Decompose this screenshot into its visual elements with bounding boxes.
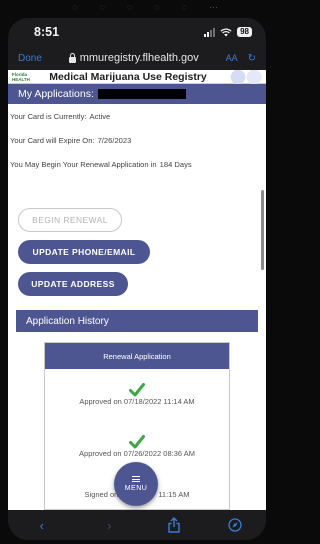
banner-decoration	[226, 70, 266, 84]
hamburger-icon	[132, 476, 140, 482]
card-status-label: Your Card is Currently:	[10, 111, 87, 121]
renewal-row: You May Begin Your Renewal Application i…	[10, 152, 266, 176]
url-text: mmuregistry.flhealth.gov	[79, 52, 199, 64]
status-time: 8:51	[34, 25, 60, 39]
phone-screen: 8:51 98 Done mmuregistry.flhealth.gov AA…	[8, 18, 266, 540]
redacted-name	[97, 89, 186, 99]
wifi-icon	[220, 27, 232, 36]
registry-banner: Florida HEALTH Medical Marijuana Use Reg…	[8, 70, 266, 84]
my-applications-label: My Applications:	[18, 88, 94, 100]
back-icon[interactable]: ‹	[32, 518, 52, 533]
card-info: Your Card is Currently: Active Your Card…	[8, 104, 266, 176]
menu-button[interactable]: MENU	[114, 462, 158, 506]
application-history-header: Application History	[16, 310, 258, 332]
card-status-value: Active	[89, 111, 111, 121]
card-status-row: Your Card is Currently: Active	[10, 104, 266, 128]
card-expire-value: 7/26/2023	[97, 135, 132, 145]
history-entry-text: Approved on 07/26/2022 08:36 AM	[79, 449, 195, 458]
renewal-value: 184 Days	[159, 159, 192, 169]
my-applications-header: My Applications:	[8, 84, 266, 104]
history-entry-text: Approved on 07/18/2022 11:14 AM	[79, 397, 195, 406]
battery-icon: 98	[237, 27, 252, 37]
forward-icon[interactable]: ›	[99, 518, 119, 533]
browser-url-bar: Done mmuregistry.flhealth.gov AA ↻	[8, 46, 266, 70]
signed-prefix: Signed on	[84, 490, 119, 499]
renewal-label: You May Begin Your Renewal Application i…	[10, 159, 157, 169]
history-entry: Approved on 07/18/2022 11:14 AM	[45, 383, 229, 406]
compass-icon[interactable]	[228, 518, 242, 532]
update-phone-email-button[interactable]: UPDATE PHONE/EMAIL	[18, 240, 150, 264]
browser-toolbar: ‹ ›	[8, 510, 266, 540]
address-field[interactable]: mmuregistry.flhealth.gov	[68, 52, 199, 64]
check-icon	[129, 383, 145, 397]
renewal-card-title: Renewal Application	[45, 343, 229, 369]
share-icon[interactable]	[167, 517, 181, 533]
check-icon	[129, 435, 145, 449]
reload-icon[interactable]: ↻	[248, 53, 256, 64]
registry-title: Medical Marijuana Use Registry	[49, 70, 207, 83]
screen-reflection: ◌ ◌ ◌ ◌ ◌ ···	[72, 2, 218, 12]
url-actions: AA ↻	[226, 53, 256, 64]
web-page: Florida HEALTH Medical Marijuana Use Reg…	[8, 70, 266, 510]
signal-icon	[204, 27, 216, 37]
status-bar: 8:51 98	[8, 18, 266, 46]
begin-renewal-button[interactable]: BEGIN RENEWAL	[18, 208, 122, 232]
reader-settings-button[interactable]: AA	[226, 53, 238, 63]
florida-health-logo: Florida HEALTH	[12, 71, 30, 82]
signed-suffix: 11:15 AM	[158, 490, 190, 499]
menu-label: MENU	[124, 485, 148, 492]
lock-icon	[68, 52, 76, 63]
card-expire-row: Your Card will Expire On: 7/26/2023	[10, 128, 266, 152]
update-address-button[interactable]: UPDATE ADDRESS	[18, 272, 128, 296]
card-expire-label: Your Card will Expire On:	[10, 135, 95, 145]
status-icons: 98	[204, 27, 252, 37]
history-entry: Approved on 07/26/2022 08:36 AM	[45, 435, 229, 458]
done-button[interactable]: Done	[18, 53, 42, 64]
page-scrollbar[interactable]	[261, 190, 264, 270]
